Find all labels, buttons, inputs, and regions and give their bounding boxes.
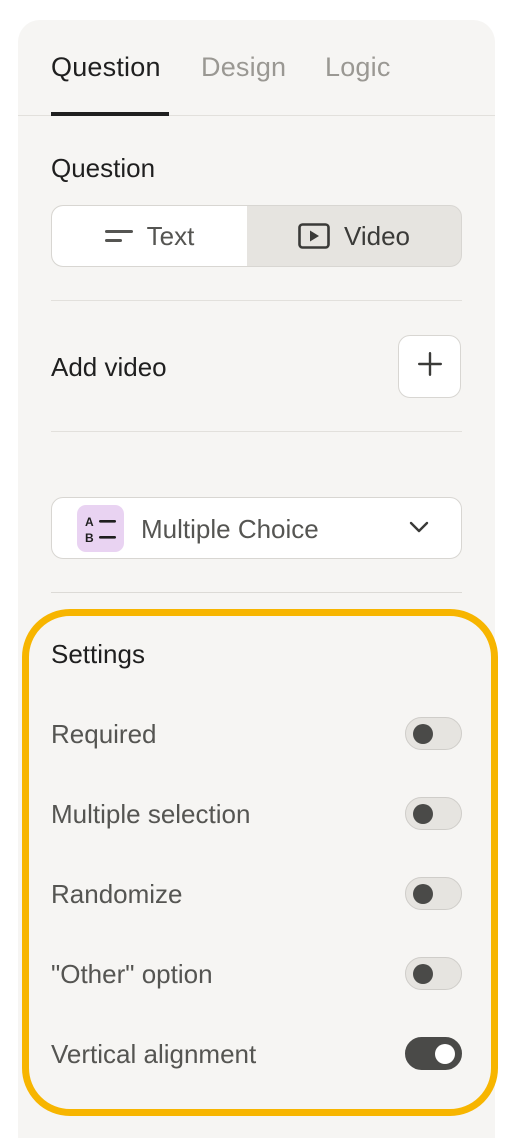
active-tab-indicator: [51, 112, 169, 116]
divider: [51, 592, 462, 593]
setting-multiple-selection-label: Multiple selection: [51, 799, 251, 829]
tab-design[interactable]: Design: [201, 52, 286, 83]
question-type-label: Multiple Choice: [141, 514, 319, 544]
setting-vertical-alignment-label: Vertical alignment: [51, 1039, 257, 1069]
properties-panel: Question Design Logic Question Text Vide…: [18, 20, 495, 1138]
setting-other-option-label: "Other" option: [51, 959, 213, 989]
tab-logic[interactable]: Logic: [325, 52, 391, 83]
divider: [51, 300, 462, 301]
mode-video-label: Video: [343, 220, 411, 251]
add-video-label: Add video: [51, 352, 167, 382]
settings-title: Settings: [51, 639, 145, 669]
question-type-dropdown[interactable]: A B Multiple Choice: [51, 497, 462, 559]
mode-video-button[interactable]: Video: [247, 206, 461, 266]
toggle-knob: [413, 724, 433, 744]
multiple-selection-toggle[interactable]: [405, 797, 462, 830]
video-play-icon: [298, 223, 330, 249]
other-option-toggle[interactable]: [405, 957, 462, 990]
tab-bar: Question Design Logic: [18, 20, 495, 116]
setting-required-label: Required: [51, 719, 157, 749]
add-video-button[interactable]: [398, 335, 461, 398]
randomize-toggle[interactable]: [405, 877, 462, 910]
vertical-alignment-toggle[interactable]: [405, 1037, 462, 1070]
tab-question[interactable]: Question: [51, 52, 161, 83]
toggle-knob: [413, 884, 433, 904]
mode-text-button[interactable]: Text: [52, 206, 247, 266]
choice-icon-letter-b: B: [85, 531, 94, 544]
text-lines-icon: [104, 228, 133, 244]
mode-text-label: Text: [146, 220, 195, 251]
question-mode-switch: Text Video: [51, 205, 462, 267]
multiple-choice-icon: A B: [77, 505, 124, 552]
plus-icon: [417, 351, 443, 382]
setting-randomize-label: Randomize: [51, 879, 183, 909]
toggle-knob: [435, 1044, 455, 1064]
toggle-knob: [413, 804, 433, 824]
required-toggle[interactable]: [405, 717, 462, 750]
choice-icon-letter-a: A: [85, 515, 94, 529]
question-section-title: Question: [51, 153, 156, 183]
divider: [51, 431, 462, 432]
toggle-knob: [413, 964, 433, 984]
chevron-down-icon: [407, 515, 431, 544]
